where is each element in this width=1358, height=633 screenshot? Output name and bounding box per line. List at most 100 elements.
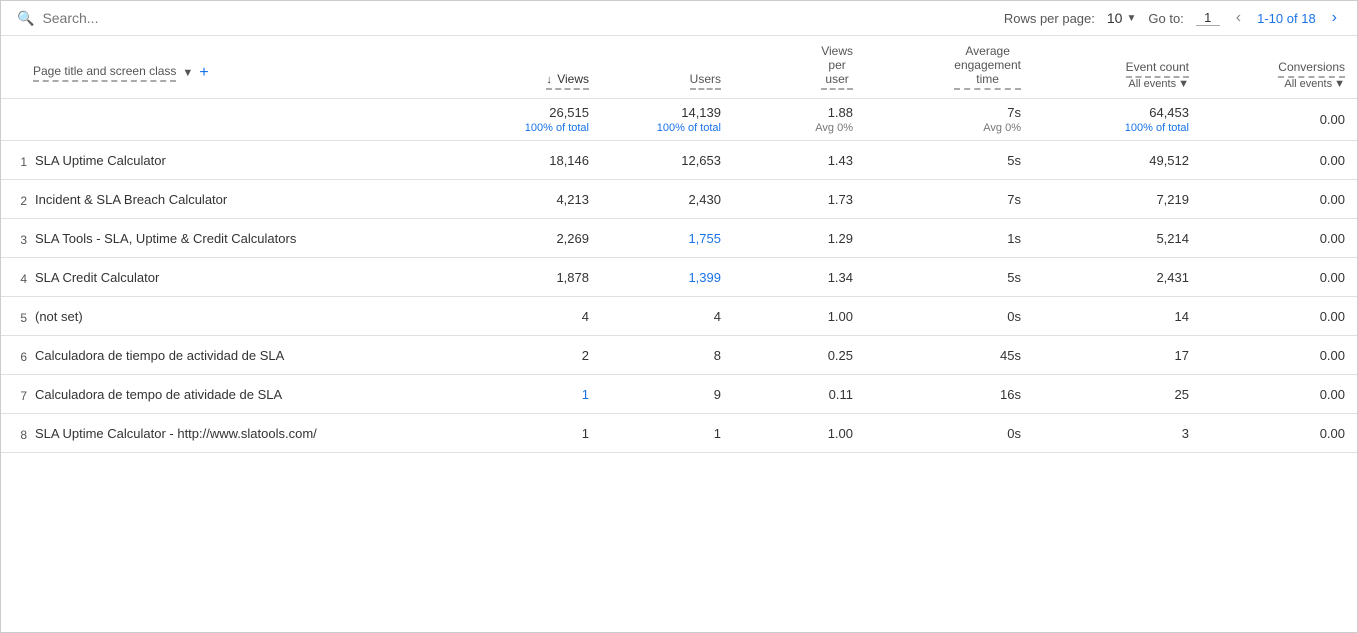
- summary-views: 26,515 100% of total: [457, 99, 601, 141]
- row-dimension-cell: 4 SLA Credit Calculator: [1, 258, 457, 297]
- row-avg-engagement: 45s: [865, 336, 1033, 375]
- views-column-header[interactable]: ↓ Views: [457, 36, 601, 99]
- row-views: 1,878: [457, 258, 601, 297]
- row-page-name: (not set): [35, 309, 83, 324]
- row-dimension-cell: 8 SLA Uptime Calculator - http://www.sla…: [1, 414, 457, 453]
- row-avg-engagement: 1s: [865, 219, 1033, 258]
- vpu-column-header[interactable]: Viewsperuser: [733, 36, 865, 99]
- rows-per-page-dropdown-icon: ▼: [1126, 13, 1136, 24]
- row-users: 1,755: [601, 219, 733, 258]
- goto-label: Go to:: [1148, 11, 1183, 26]
- dimension-dropdown-button[interactable]: ▼: [182, 67, 193, 79]
- row-vpu: 0.25: [733, 336, 865, 375]
- row-event-count: 49,512: [1033, 141, 1201, 180]
- users-header-label: Users: [690, 72, 721, 90]
- table-row: 5 (not set) 4 4 1.00 0s 14 0.00: [1, 297, 1357, 336]
- vpu-header-label: Viewsperuser: [821, 44, 853, 90]
- row-dimension-cell: 5 (not set): [1, 297, 457, 336]
- conversions-column-header[interactable]: Conversions All events ▼: [1201, 36, 1357, 99]
- row-users: 2,430: [601, 180, 733, 219]
- next-page-button[interactable]: ›: [1328, 9, 1341, 27]
- summary-vpu: 1.88 Avg 0%: [733, 99, 865, 141]
- row-page-name: SLA Uptime Calculator - http://www.slato…: [35, 426, 317, 441]
- row-conversions: 0.00: [1201, 219, 1357, 258]
- row-conversions: 0.00: [1201, 141, 1357, 180]
- conversions-sub-dropdown[interactable]: All events ▼: [1284, 78, 1345, 90]
- row-views: 4,213: [457, 180, 601, 219]
- row-number: 5: [9, 309, 27, 325]
- row-avg-engagement: 0s: [865, 297, 1033, 336]
- row-number: 8: [9, 426, 27, 442]
- event-count-dropdown-icon: ▼: [1178, 78, 1189, 90]
- table-row: 7 Calculadora de tempo de atividade de S…: [1, 375, 1357, 414]
- goto-input[interactable]: [1196, 10, 1220, 26]
- summary-row: 26,515 100% of total 14,139 100% of tota…: [1, 99, 1357, 141]
- search-input[interactable]: [42, 10, 242, 26]
- row-page-name: SLA Tools - SLA, Uptime & Credit Calcula…: [35, 231, 296, 246]
- row-views: 4: [457, 297, 601, 336]
- avg-engagement-column-header[interactable]: Averageengagementtime: [865, 36, 1033, 99]
- conversions-sub-label: All events: [1284, 78, 1332, 90]
- row-users: 12,653: [601, 141, 733, 180]
- row-avg-engagement: 16s: [865, 375, 1033, 414]
- row-vpu: 1.29: [733, 219, 865, 258]
- event-count-sub-label: All events: [1128, 78, 1176, 90]
- event-count-column-header[interactable]: Event count All events ▼: [1033, 36, 1201, 99]
- table-row: 4 SLA Credit Calculator 1,878 1,399 1.34…: [1, 258, 1357, 297]
- row-dimension-cell: 1 SLA Uptime Calculator: [1, 141, 457, 180]
- summary-conversions: 0.00: [1201, 99, 1357, 141]
- row-number: 3: [9, 231, 27, 247]
- row-page-name: Incident & SLA Breach Calculator: [35, 192, 227, 207]
- row-vpu: 1.43: [733, 141, 865, 180]
- rows-per-page-select[interactable]: 10 ▼: [1107, 10, 1136, 26]
- data-table: Page title and screen class ▼ + ↓ Views: [1, 36, 1357, 453]
- prev-page-button[interactable]: ‹: [1232, 9, 1245, 27]
- pagination-controls: Rows per page: 10 ▼ Go to: ‹ 1-10 of 18 …: [1004, 9, 1341, 27]
- row-avg-engagement: 0s: [865, 414, 1033, 453]
- table-row: 2 Incident & SLA Breach Calculator 4,213…: [1, 180, 1357, 219]
- search-icon: 🔍: [17, 10, 34, 27]
- row-page-name: SLA Uptime Calculator: [35, 153, 166, 168]
- row-vpu: 1.00: [733, 297, 865, 336]
- row-dimension-cell: 7 Calculadora de tempo de atividade de S…: [1, 375, 457, 414]
- page-range: 1-10 of 18: [1257, 11, 1316, 26]
- table-row: 8 SLA Uptime Calculator - http://www.sla…: [1, 414, 1357, 453]
- users-column-header[interactable]: Users: [601, 36, 733, 99]
- row-event-count: 2,431: [1033, 258, 1201, 297]
- row-conversions: 0.00: [1201, 414, 1357, 453]
- views-header-label: Views: [557, 72, 589, 86]
- row-dimension-cell: 6 Calculadora de tiempo de actividad de …: [1, 336, 457, 375]
- row-page-name: SLA Credit Calculator: [35, 270, 159, 285]
- conversions-dropdown-icon: ▼: [1334, 78, 1345, 90]
- conversions-header-label: Conversions: [1278, 60, 1345, 78]
- row-views: 2,269: [457, 219, 601, 258]
- row-page-name: Calculadora de tiempo de actividad de SL…: [35, 348, 284, 363]
- row-conversions: 0.00: [1201, 258, 1357, 297]
- row-number: 4: [9, 270, 27, 286]
- avg-engagement-header-label: Averageengagementtime: [954, 44, 1021, 90]
- row-avg-engagement: 7s: [865, 180, 1033, 219]
- rows-count-value: 10: [1107, 10, 1123, 26]
- dimension-header-label: Page title and screen class: [33, 64, 176, 82]
- row-event-count: 17: [1033, 336, 1201, 375]
- dimension-column-header: Page title and screen class ▼ +: [1, 36, 457, 99]
- add-dimension-button[interactable]: +: [199, 65, 208, 81]
- row-views: 1: [457, 375, 601, 414]
- row-vpu: 1.34: [733, 258, 865, 297]
- row-users: 9: [601, 375, 733, 414]
- row-dimension-cell: 3 SLA Tools - SLA, Uptime & Credit Calcu…: [1, 219, 457, 258]
- row-number: 6: [9, 348, 27, 364]
- row-vpu: 1.73: [733, 180, 865, 219]
- row-number: 2: [9, 192, 27, 208]
- summary-users: 14,139 100% of total: [601, 99, 733, 141]
- summary-event-count: 64,453 100% of total: [1033, 99, 1201, 141]
- event-count-sub-dropdown[interactable]: All events ▼: [1128, 78, 1189, 90]
- row-vpu: 0.11: [733, 375, 865, 414]
- row-views: 1: [457, 414, 601, 453]
- data-table-wrapper: Page title and screen class ▼ + ↓ Views: [1, 36, 1357, 453]
- row-dimension-cell: 2 Incident & SLA Breach Calculator: [1, 180, 457, 219]
- table-row: 1 SLA Uptime Calculator 18,146 12,653 1.…: [1, 141, 1357, 180]
- row-event-count: 7,219: [1033, 180, 1201, 219]
- row-users: 1,399: [601, 258, 733, 297]
- row-event-count: 25: [1033, 375, 1201, 414]
